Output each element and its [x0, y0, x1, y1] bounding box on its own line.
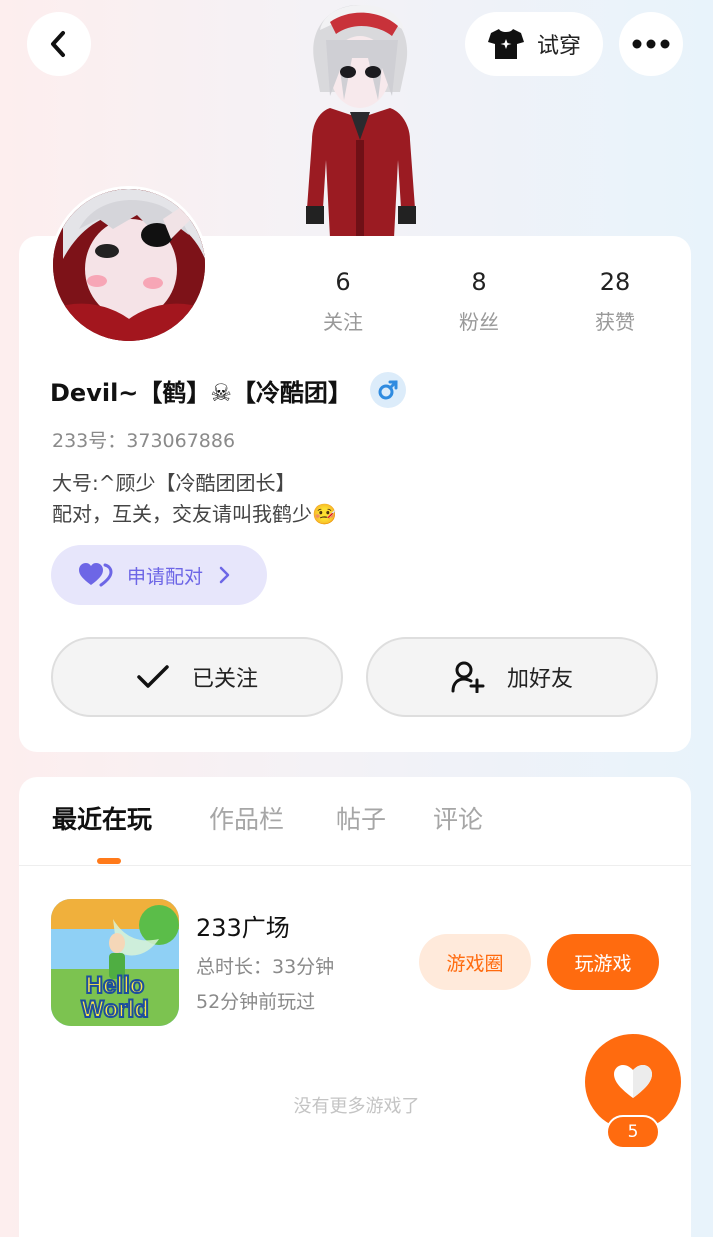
game-icon[interactable]: Hello World [51, 899, 179, 1026]
stat-value: 28 [599, 268, 631, 296]
game-total-time: 总时长：33分钟 [196, 956, 335, 978]
stat-value: 8 [471, 268, 487, 296]
user-id: 233号：373067886 [52, 430, 236, 452]
try-on-button[interactable]: 试穿 [465, 12, 603, 76]
avatar-character[interactable] [290, 0, 430, 238]
stat-following[interactable]: 6 关注 [293, 268, 393, 335]
tab-recently-played[interactable]: 最近在玩 [52, 800, 152, 836]
try-on-label: 试穿 [536, 34, 581, 59]
tab-indicator [97, 858, 121, 864]
game-circle-button[interactable]: 游戏圈 [419, 934, 531, 990]
bio-line: 配对，互关，交友请叫我鹤少🤒 [52, 502, 337, 526]
bio: 大号:^顾少【冷酷团团长】 配对，互关，交友请叫我鹤少🤒 [52, 468, 337, 530]
tab-works[interactable]: 作品栏 [209, 800, 284, 836]
stat-label: 获赞 [595, 310, 635, 334]
chevron-right-icon [219, 566, 230, 584]
nickname: Devil~【鹤】☠【冷酷团】 [50, 378, 352, 407]
like-count-badge: 5 [606, 1115, 660, 1149]
stat-label: 关注 [323, 310, 363, 334]
play-game-button[interactable]: 玩游戏 [547, 934, 659, 990]
game-icon-text: World [81, 996, 149, 1023]
heart-icon [614, 1065, 652, 1098]
stat-value: 6 [335, 268, 351, 296]
tab-posts[interactable]: 帖子 [336, 800, 386, 836]
male-gender-icon [369, 372, 406, 408]
divider [19, 865, 691, 866]
add-friend-label: 加好友 [506, 667, 573, 692]
back-button[interactable] [27, 12, 91, 76]
add-friend-button[interactable]: 加好友 [366, 637, 658, 717]
apply-pair-label: 申请配对 [127, 565, 204, 588]
add-user-icon [451, 661, 485, 693]
chevron-left-icon [51, 31, 65, 57]
more-dots-icon [632, 39, 670, 49]
game-last-played: 52分钟前玩过 [196, 991, 316, 1013]
followed-label: 已关注 [191, 667, 258, 692]
bio-line: 大号:^顾少【冷酷团团长】 [52, 471, 296, 495]
double-heart-icon [79, 563, 113, 587]
stat-label: 粉丝 [459, 310, 499, 334]
avatar[interactable] [50, 186, 208, 344]
check-icon [137, 665, 169, 688]
stat-likes[interactable]: 28 获赞 [565, 268, 665, 335]
stat-fans[interactable]: 8 粉丝 [429, 268, 529, 335]
nickname-row: Devil~【鹤】☠【冷酷团】 [50, 372, 406, 408]
game-name[interactable]: 233广场 [196, 908, 290, 943]
more-button[interactable] [619, 12, 683, 76]
tab-comments[interactable]: 评论 [433, 800, 483, 836]
apply-pair-button[interactable]: 申请配对 [51, 545, 267, 605]
tshirt-icon [487, 29, 524, 59]
game-icon-text: Hello [86, 972, 145, 999]
followed-button[interactable]: 已关注 [51, 637, 343, 717]
